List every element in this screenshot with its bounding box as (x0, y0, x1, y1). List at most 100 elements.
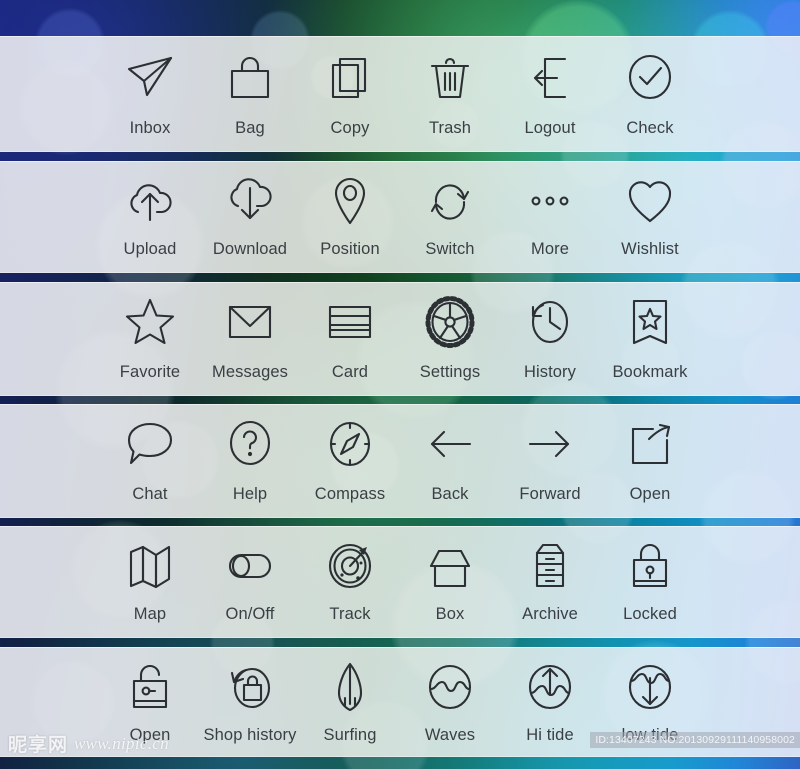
icon-label: Surfing (323, 726, 377, 744)
icon-label: Copy (330, 119, 370, 137)
icon-label: Bag (235, 119, 265, 137)
icon-cell-chat[interactable]: Chat (100, 404, 200, 503)
toggle-switch-icon[interactable] (223, 536, 277, 596)
icon-cell-trash[interactable]: Trash (400, 36, 500, 137)
icon-label: Messages (211, 363, 288, 381)
icon-cell-wishlist[interactable]: Wishlist (600, 161, 700, 258)
heart-icon[interactable] (623, 171, 677, 231)
icon-cell-bookmark[interactable]: Bookmark (600, 282, 700, 381)
icon-cell-track[interactable]: Track (300, 526, 400, 623)
compass-icon[interactable] (323, 414, 377, 474)
gear-icon[interactable] (423, 292, 477, 352)
icon-cell-help[interactable]: Help (200, 404, 300, 503)
padlock-open-icon[interactable] (123, 657, 177, 717)
icon-label: Position (320, 240, 380, 258)
icon-cell-download[interactable]: Download (200, 161, 300, 258)
icon-cell-position[interactable]: Position (300, 161, 400, 258)
arrow-right-icon[interactable] (523, 414, 577, 474)
icon-label: Locked (623, 605, 677, 623)
icon-label: Settings (419, 363, 481, 381)
icon-cell-compass[interactable]: Compass (300, 404, 400, 503)
check-circle-icon[interactable] (623, 48, 677, 108)
icon-cell-hi-tide[interactable]: Hi tide (500, 647, 600, 744)
icon-row-4: Chat Help Compass Back Forward Open (0, 404, 800, 518)
icon-label: On/Off (225, 605, 275, 623)
trash-can-icon[interactable] (423, 48, 477, 108)
icon-cell-surfing[interactable]: Surfing (300, 647, 400, 744)
icon-cell-copy[interactable]: Copy (300, 36, 400, 137)
icon-cell-back[interactable]: Back (400, 404, 500, 503)
icon-cell-low-tide[interactable]: low tide (600, 647, 700, 744)
icon-label: Bookmark (612, 363, 688, 381)
icon-cell-open[interactable]: Open (600, 404, 700, 503)
icon-cell-favorite[interactable]: Favorite (100, 282, 200, 381)
icon-label: Trash (428, 119, 472, 137)
icon-row-5: Map On/Off Track Box Archive Locked (0, 526, 800, 638)
icon-cell-locked[interactable]: Locked (600, 526, 700, 623)
clock-history-icon[interactable] (523, 292, 577, 352)
envelope-icon[interactable] (223, 292, 277, 352)
icon-label: Waves (424, 726, 476, 744)
icon-label: Open (629, 485, 671, 503)
icon-label: Forward (519, 485, 581, 503)
open-external-icon[interactable] (623, 414, 677, 474)
map-pin-icon[interactable] (323, 171, 377, 231)
icon-cell-archive[interactable]: Archive (500, 526, 600, 623)
icon-row-2: Upload Download Position Switch More Wishlist (0, 161, 800, 273)
icon-cell-more[interactable]: More (500, 161, 600, 258)
icon-cell-waves[interactable]: Waves (400, 647, 500, 744)
bag-history-icon[interactable] (223, 657, 277, 717)
refresh-switch-icon[interactable] (423, 171, 477, 231)
waves-circle-icon[interactable] (423, 657, 477, 717)
shopping-bag-icon[interactable] (223, 48, 277, 108)
watermark-brand-url: www.nipic.cn (74, 733, 169, 753)
surfboard-icon[interactable] (323, 657, 377, 717)
icon-label: More (531, 240, 569, 258)
logout-arrow-icon[interactable] (523, 48, 577, 108)
icon-label: Wishlist (621, 240, 679, 258)
watermark-brand-cn: 昵享网 (8, 734, 69, 756)
icon-label: Hi tide (526, 726, 574, 744)
icon-cell-check[interactable]: Check (600, 36, 700, 137)
icon-label: Card (331, 363, 369, 381)
icon-label: Track (329, 605, 371, 623)
padlock-closed-icon[interactable] (623, 536, 677, 596)
icon-cell-box[interactable]: Box (400, 526, 500, 623)
file-cabinet-icon[interactable] (523, 536, 577, 596)
icon-cell-inbox[interactable]: Inbox (100, 36, 200, 137)
icon-cell-shop-history[interactable]: Shop history (200, 647, 300, 744)
folded-map-icon[interactable] (123, 536, 177, 596)
copy-pages-icon[interactable] (323, 48, 377, 108)
icon-cell-map[interactable]: Map (100, 526, 200, 623)
watermark-id-text: ID:13407243 NO:20130929111140958002 (590, 732, 800, 748)
icon-cell-messages[interactable]: Messages (200, 282, 300, 381)
star-icon[interactable] (123, 292, 177, 352)
icon-label: Switch (425, 240, 475, 258)
credit-card-icon[interactable] (323, 292, 377, 352)
icon-label: History (523, 363, 577, 381)
icon-cell-logout[interactable]: Logout (500, 36, 600, 137)
icon-cell-card[interactable]: Card (300, 282, 400, 381)
icon-cell-upload[interactable]: Upload (100, 161, 200, 258)
icon-cell-history[interactable]: History (500, 282, 600, 381)
screenshot-stage: Inbox Bag Copy Trash Logout Check Upload Downl… (0, 0, 800, 769)
paper-plane-icon[interactable] (123, 48, 177, 108)
icon-cell-switch[interactable]: Switch (400, 161, 500, 258)
high-tide-icon[interactable] (523, 657, 577, 717)
icon-cell-forward[interactable]: Forward (500, 404, 600, 503)
radar-track-icon[interactable] (323, 536, 377, 596)
cloud-download-icon[interactable] (223, 171, 277, 231)
question-circle-icon[interactable] (223, 414, 277, 474)
bookmark-star-icon[interactable] (623, 292, 677, 352)
icon-label: Archive (522, 605, 578, 623)
icon-cell-settings[interactable]: Settings (400, 282, 500, 381)
arrow-left-icon[interactable] (423, 414, 477, 474)
more-dots-icon[interactable] (523, 171, 577, 231)
low-tide-icon[interactable] (623, 657, 677, 717)
icon-cell-on-off[interactable]: On/Off (200, 526, 300, 623)
cloud-upload-icon[interactable] (123, 171, 177, 231)
icon-label: Inbox (129, 119, 171, 137)
speech-bubble-icon[interactable] (123, 414, 177, 474)
open-box-icon[interactable] (423, 536, 477, 596)
icon-cell-bag[interactable]: Bag (200, 36, 300, 137)
